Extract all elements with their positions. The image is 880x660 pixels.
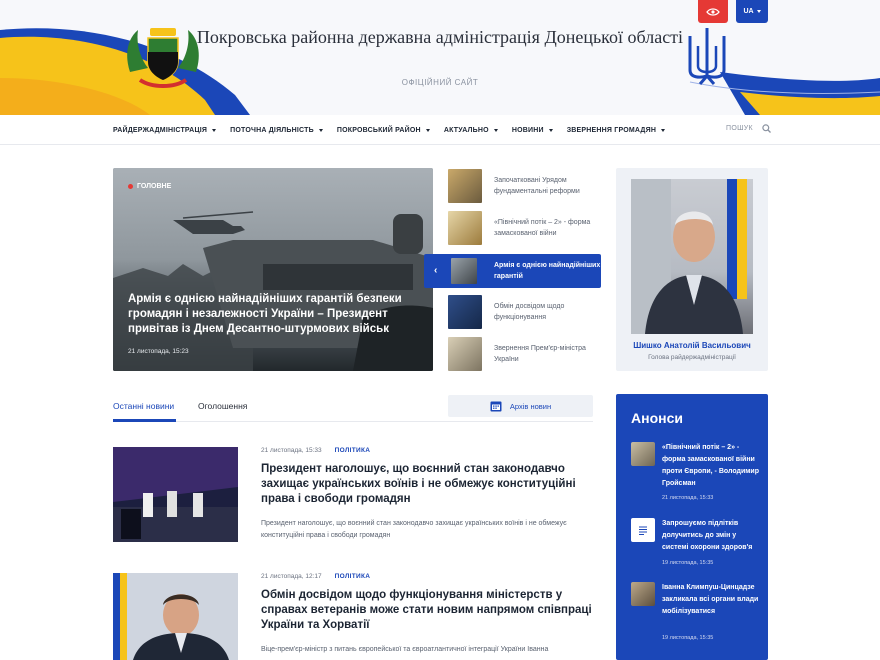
chevron-down-icon — [212, 128, 217, 132]
hero-tag: ГОЛОВНЕ — [128, 183, 171, 190]
news-thumbnail[interactable] — [113, 573, 238, 660]
nav-item-appeals[interactable]: ЗВЕРНЕННЯ ГРОМАДЯН — [566, 126, 666, 134]
search-label: ПОШУК — [726, 125, 753, 132]
tab-latest-news[interactable]: Останні новини — [113, 401, 174, 411]
announcement-text: Іванна Климпуш-Цинцадзе закликала всі ор… — [662, 584, 759, 615]
news-title[interactable]: Обмін досвідом щодо функціонування мініс… — [261, 588, 595, 633]
side-news-thumbnail — [448, 211, 482, 245]
news-item: 21 листопада, 15:33 ПОЛІТИКА Президент н… — [113, 447, 593, 547]
language-label: UA — [743, 8, 754, 15]
side-news-item-active[interactable]: ‹ Армія є однією найнадійніших гарантій — [424, 254, 601, 288]
nav-label: АКТУАЛЬНО — [443, 126, 489, 134]
side-news-item[interactable]: «Північний потік – 2» - форма замаскован… — [448, 211, 598, 245]
search-button[interactable]: ПОШУК — [726, 124, 771, 133]
side-news-text: «Північний потік – 2» - форма замаскован… — [494, 219, 591, 237]
news-photo — [113, 573, 238, 660]
news-excerpt: Віце-прем'єр-міністр з питань європейськ… — [261, 646, 549, 653]
side-news-thumbnail — [448, 169, 482, 203]
chevron-down-icon — [548, 128, 553, 132]
site-subtitle: ОФІЦІЙНИЙ САЙТ — [401, 78, 479, 87]
chevron-down-icon — [493, 128, 498, 132]
announcement-date: 21 листопада, 15:33 — [662, 495, 714, 501]
news-title[interactable]: Президент наголошує, що воєнний стан зак… — [261, 462, 595, 507]
tab-announcements-list[interactable]: Оголошення — [198, 401, 247, 411]
chevron-down-icon — [425, 128, 430, 132]
news-meta: 21 листопада, 15:33 ПОЛІТИКА — [261, 447, 370, 454]
news-meta: 21 листопада, 12:17 ПОЛІТИКА — [261, 573, 370, 580]
chevron-down-icon — [661, 128, 666, 132]
news-item: 21 листопада, 12:17 ПОЛІТИКА Обмін досві… — [113, 573, 593, 660]
hero-tag-label: ГОЛОВНЕ — [137, 183, 172, 190]
news-category[interactable]: ПОЛІТИКА — [335, 447, 371, 454]
nav-label: ПОТОЧНА ДІЯЛЬНІСТЬ — [230, 126, 314, 134]
document-icon — [631, 518, 655, 542]
building-photo-icon — [631, 442, 655, 466]
accessibility-button[interactable] — [698, 0, 728, 23]
side-news-thumbnail — [448, 337, 482, 371]
side-news-thumbnail — [451, 258, 477, 284]
side-news-item[interactable]: Обмін досвідом щодо функціонування — [448, 295, 598, 329]
head-role: Голова райдержадміністрації — [648, 354, 736, 361]
side-news-text: Армія є однією найнадійніших гарантій — [494, 262, 601, 280]
head-of-administration-card: Шишко Анатолій Васильович Голова райдерж… — [616, 168, 768, 371]
nav-item-administration[interactable]: РАЙДЕРЖАДМІНІСТРАЦІЯ — [113, 126, 217, 134]
news-excerpt: Президент наголошує, що воєнний стан зак… — [261, 520, 567, 539]
side-news-text: Обмін досвідом щодо функціонування — [494, 303, 565, 321]
announcement-text: Запрошуємо підлітків долучитись до змін … — [662, 520, 753, 551]
announcement-date: 19 листопада, 15:35 — [662, 635, 714, 641]
news-photo — [113, 447, 238, 542]
side-news-item[interactable]: Започатковані Урядом фундаментальні рефо… — [448, 169, 598, 203]
side-news-thumbnail — [448, 295, 482, 329]
chevron-left-icon: ‹ — [434, 265, 438, 276]
nav-label: ПОКРОВСЬКИЙ РАЙОН — [336, 126, 421, 134]
side-news-text: Звернення Прем'єр-міністра України — [494, 345, 586, 363]
building-photo-icon — [631, 582, 655, 606]
nav-item-actual[interactable]: АКТУАЛЬНО — [444, 127, 498, 134]
head-name[interactable]: Шишко Анатолій Васильович — [616, 341, 768, 350]
site-header: Покровська районна державна адміністраці… — [0, 0, 880, 115]
side-news-text: Започатковані Урядом фундаментальні рефо… — [494, 177, 580, 195]
announcement-date: 19 листопада, 15:35 — [662, 560, 714, 566]
announcements-panel: Анонси «Північний потік – 2» - форма зам… — [616, 394, 768, 660]
announcement-item[interactable]: «Північний потік – 2» - форма замаскован… — [631, 442, 759, 504]
nav-item-district[interactable]: ПОКРОВСЬКИЙ РАЙОН — [337, 127, 430, 134]
active-tab-indicator — [113, 419, 176, 422]
hero-photo — [113, 168, 433, 371]
hero-featured-news[interactable]: ГОЛОВНЕ Армія є однією найнадійніших гар… — [113, 168, 433, 371]
eye-icon — [706, 7, 720, 16]
news-category[interactable]: ПОЛІТИКА — [335, 573, 371, 580]
archive-label: Архів новин — [509, 401, 552, 411]
nav-item-news[interactable]: НОВИНИ — [512, 127, 553, 134]
portrait-illustration — [631, 179, 747, 334]
news-archive-button[interactable]: Архів новин — [448, 395, 593, 417]
announcement-item[interactable]: Іванна Климпуш-Цинцадзе закликала всі ор… — [631, 582, 759, 642]
red-dot-icon — [128, 184, 133, 189]
nav-label: РАЙДЕРЖАДМІНІСТРАЦІЯ — [113, 126, 208, 134]
document-lines-icon — [639, 526, 647, 535]
announcement-item[interactable]: Запрошуємо підлітків долучитись до змін … — [631, 518, 759, 566]
nav-label: НОВИНИ — [511, 126, 544, 134]
side-news-item[interactable]: Звернення Прем'єр-міністра України — [448, 337, 598, 371]
announcement-text: «Північний потік – 2» - форма замаскован… — [662, 444, 760, 487]
news-date: 21 листопада, 15:33 — [261, 447, 322, 454]
chevron-down-icon — [318, 128, 323, 132]
nav-item-current-activity[interactable]: ПОТОЧНА ДІЯЛЬНІСТЬ — [230, 127, 323, 134]
head-portrait-photo — [631, 179, 753, 334]
language-selector[interactable]: UA — [736, 0, 768, 23]
hero-title[interactable]: Армія є однією найнадійніших гарантій бе… — [128, 292, 418, 337]
news-date: 21 листопада, 12:17 — [261, 573, 322, 580]
announcements-title: Анонси — [631, 410, 683, 426]
main-navigation: РАЙДЕРЖАДМІНІСТРАЦІЯ ПОТОЧНА ДІЯЛЬНІСТЬ … — [0, 115, 880, 145]
site-title: Покровська районна державна адміністраці… — [196, 27, 684, 47]
nav-label: ЗВЕРНЕННЯ ГРОМАДЯН — [566, 126, 657, 134]
hero-date: 21 листопада, 15:23 — [128, 348, 189, 355]
search-icon — [762, 124, 771, 133]
trident-icon — [688, 28, 726, 85]
news-thumbnail[interactable] — [113, 447, 238, 542]
chevron-down-icon — [756, 10, 761, 13]
calendar-icon — [490, 401, 502, 412]
